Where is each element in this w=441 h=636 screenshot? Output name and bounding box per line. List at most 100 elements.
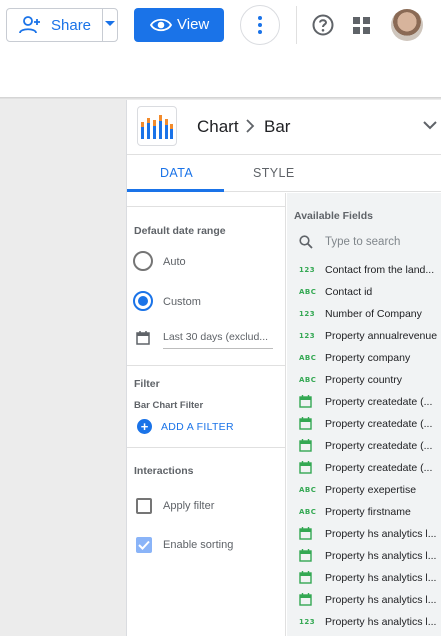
field-item[interactable]: 123 Number of Company bbox=[287, 304, 441, 326]
active-tab-indicator bbox=[127, 189, 224, 192]
divider bbox=[127, 206, 286, 207]
field-item[interactable]: ABC Property country bbox=[287, 370, 441, 392]
breadcrumb-chart-type: Bar bbox=[264, 117, 291, 136]
number-type-icon: 123 bbox=[299, 310, 316, 318]
user-avatar[interactable] bbox=[391, 9, 423, 41]
date-field-icon bbox=[299, 593, 312, 606]
number-type-icon: 123 bbox=[299, 332, 316, 340]
more-options-button[interactable] bbox=[240, 5, 280, 45]
add-filter-button[interactable]: + ADD A FILTER bbox=[137, 418, 277, 436]
text-type-icon: ABC bbox=[299, 288, 317, 296]
divider bbox=[127, 447, 286, 448]
enable-sorting-label: Enable sorting bbox=[163, 539, 234, 551]
view-button[interactable]: View bbox=[134, 8, 224, 42]
share-button[interactable]: Share bbox=[7, 9, 97, 41]
radio-auto-label: Auto bbox=[163, 256, 186, 268]
field-name: Property createdate (... bbox=[325, 418, 433, 430]
bar-chart-thumbnail bbox=[137, 106, 177, 146]
field-name: Property firstname bbox=[325, 506, 411, 518]
field-item[interactable]: 123 Contact from the land... bbox=[287, 260, 441, 282]
eye-icon bbox=[150, 18, 172, 32]
date-range-title: Default date range bbox=[134, 225, 226, 237]
field-name: Contact from the land... bbox=[325, 264, 435, 276]
radio-custom[interactable] bbox=[133, 291, 153, 311]
calendar-icon bbox=[136, 331, 150, 345]
chevron-down-icon[interactable] bbox=[423, 121, 437, 130]
field-item[interactable]: ABC Property firstname bbox=[287, 502, 441, 524]
field-name: Property hs analytics l... bbox=[325, 594, 437, 606]
properties-panel: Chart Bar DATA STYLE Default date range … bbox=[126, 100, 441, 636]
text-type-icon: ABC bbox=[299, 376, 317, 384]
date-field-icon bbox=[299, 571, 312, 584]
chevron-down-icon bbox=[105, 21, 115, 26]
tab-style[interactable]: STYLE bbox=[253, 166, 295, 180]
field-name: Property hs analytics l... bbox=[325, 550, 437, 562]
date-field-icon bbox=[299, 549, 312, 562]
share-button-group: Share bbox=[6, 8, 118, 42]
date-field-icon bbox=[299, 461, 312, 474]
date-range-input[interactable]: Last 30 days (exclud... bbox=[163, 331, 273, 343]
field-item[interactable]: ABC Property company bbox=[287, 348, 441, 370]
help-icon[interactable] bbox=[311, 13, 335, 37]
available-fields-panel: Available Fields Type to search 123 Conta… bbox=[287, 193, 441, 636]
field-item[interactable]: Property hs analytics l... bbox=[287, 590, 441, 612]
field-item[interactable]: Property createdate (... bbox=[287, 458, 441, 480]
search-input[interactable]: Type to search bbox=[325, 236, 400, 248]
field-name: Property hs analytics l... bbox=[325, 616, 437, 628]
field-item[interactable]: ABC Contact id bbox=[287, 282, 441, 304]
field-name: Property exepertise bbox=[325, 484, 417, 496]
apply-filter-label: Apply filter bbox=[163, 500, 215, 512]
panel-tabs: DATA STYLE bbox=[127, 155, 441, 192]
number-type-icon: 123 bbox=[299, 618, 316, 626]
field-name: Property hs analytics l... bbox=[325, 528, 437, 540]
field-item[interactable]: 123 Property annualrevenue bbox=[287, 326, 441, 348]
top-toolbar: Share View bbox=[0, 0, 441, 52]
field-item[interactable]: Property createdate (... bbox=[287, 392, 441, 414]
interactions-title: Interactions bbox=[134, 465, 194, 477]
tab-data[interactable]: DATA bbox=[160, 166, 193, 180]
add-icon: + bbox=[137, 419, 152, 434]
view-label: View bbox=[177, 16, 210, 33]
field-name: Property createdate (... bbox=[325, 396, 433, 408]
apps-grid-icon[interactable] bbox=[352, 16, 372, 36]
field-name: Property createdate (... bbox=[325, 440, 433, 452]
field-item[interactable]: ABC Property exepertise bbox=[287, 480, 441, 502]
date-field-icon bbox=[299, 395, 312, 408]
toolbar-divider bbox=[296, 6, 297, 44]
text-type-icon: ABC bbox=[299, 508, 317, 516]
field-item[interactable]: Property hs analytics l... bbox=[287, 546, 441, 568]
share-options-dropdown[interactable] bbox=[103, 9, 118, 41]
search-icon bbox=[299, 235, 313, 249]
number-type-icon: 123 bbox=[299, 266, 316, 274]
add-filter-label: ADD A FILTER bbox=[161, 421, 234, 433]
field-item[interactable]: 123 Property hs analytics l... bbox=[287, 612, 441, 634]
available-fields-title: Available Fields bbox=[294, 210, 373, 222]
enable-sorting-checkbox[interactable] bbox=[136, 537, 152, 553]
text-type-icon: ABC bbox=[299, 486, 317, 494]
apply-filter-checkbox[interactable] bbox=[136, 498, 152, 514]
field-name: Property createdate (... bbox=[325, 462, 433, 474]
field-item[interactable]: Property hs analytics l... bbox=[287, 524, 441, 546]
field-name: Property annualrevenue bbox=[325, 330, 438, 342]
field-name: Property company bbox=[325, 352, 411, 364]
report-canvas[interactable] bbox=[0, 100, 126, 636]
radio-custom-label: Custom bbox=[163, 296, 201, 308]
field-name: Property country bbox=[325, 374, 403, 386]
date-field-icon bbox=[299, 417, 312, 430]
date-input-underline bbox=[163, 348, 273, 349]
divider bbox=[127, 365, 286, 366]
check-icon bbox=[138, 540, 150, 550]
breadcrumb-chart: Chart bbox=[197, 117, 239, 136]
more-vert-icon bbox=[258, 16, 262, 34]
person-add-icon bbox=[19, 16, 40, 34]
data-settings: Default date range Auto Custom Last 30 d… bbox=[127, 193, 286, 636]
field-item[interactable]: Property createdate (... bbox=[287, 414, 441, 436]
field-item[interactable]: Property createdate (... bbox=[287, 436, 441, 458]
date-field-icon bbox=[299, 439, 312, 452]
field-search[interactable]: Type to search bbox=[287, 229, 441, 255]
field-item[interactable]: Property hs analytics l... bbox=[287, 568, 441, 590]
text-type-icon: ABC bbox=[299, 354, 317, 362]
radio-auto[interactable] bbox=[133, 251, 153, 271]
chart-type-selector[interactable]: Chart Bar bbox=[127, 100, 441, 155]
field-name: Property hs analytics l... bbox=[325, 572, 437, 584]
